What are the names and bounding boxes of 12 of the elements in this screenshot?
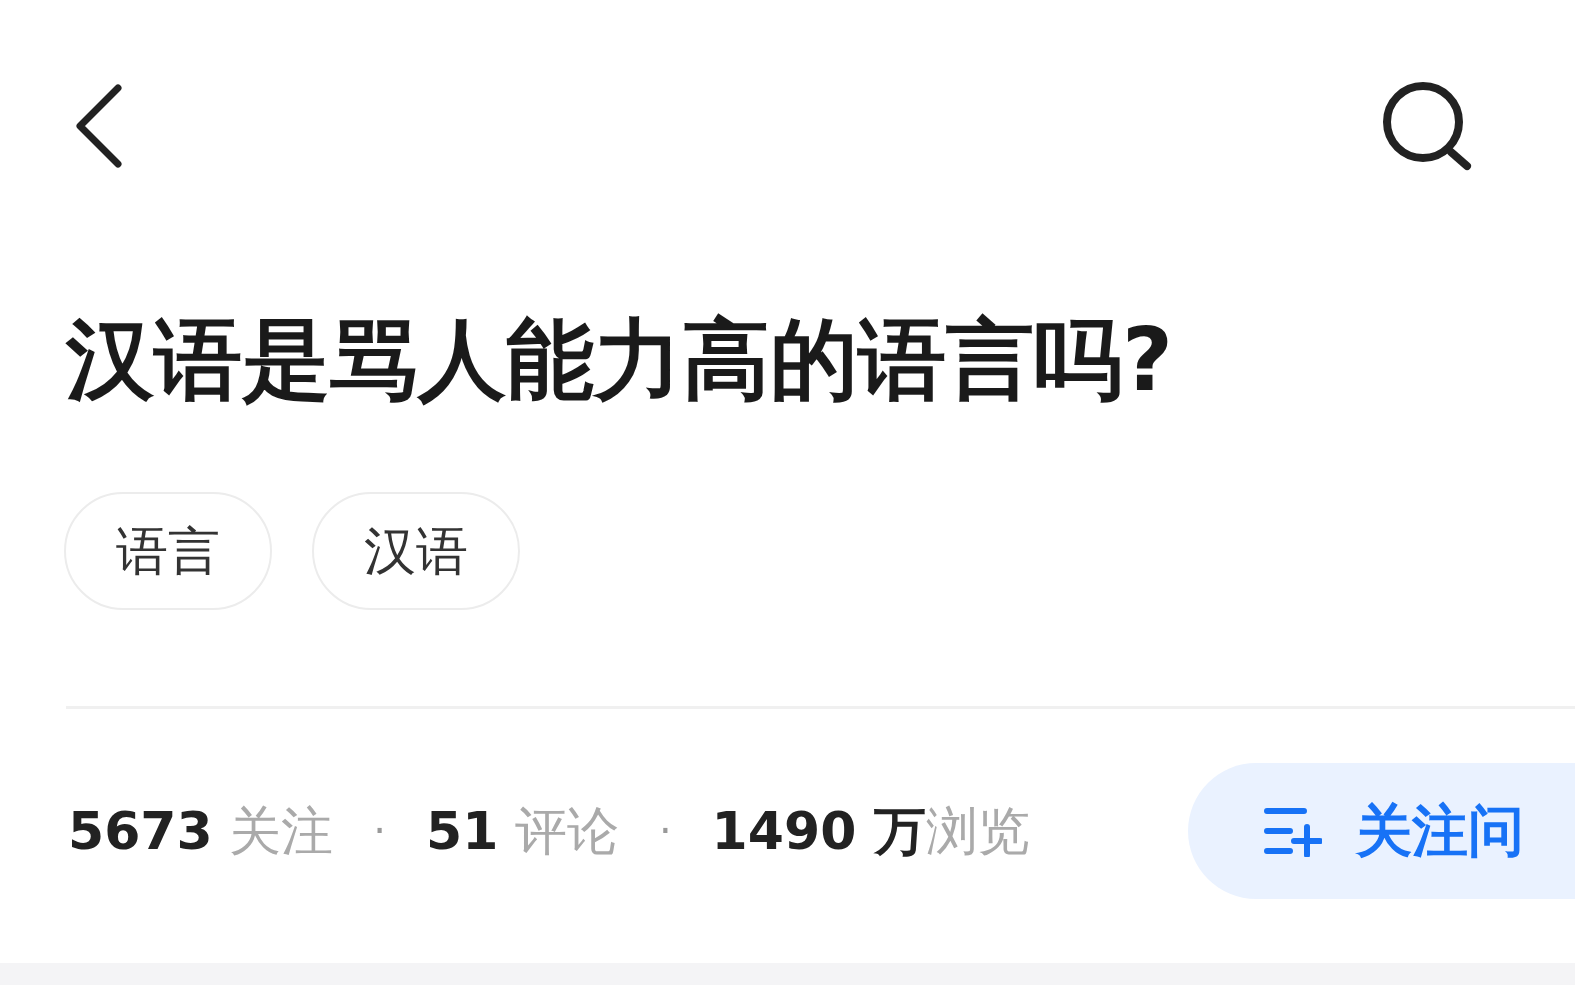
- topic-tag[interactable]: 汉语: [312, 492, 520, 610]
- stat-text: 51 评论: [426, 800, 619, 863]
- stat-text: 5673 关注: [68, 800, 334, 863]
- follow-question-button[interactable]: 关注问: [1188, 763, 1575, 899]
- separator-dot: ·: [373, 807, 386, 856]
- search-icon[interactable]: [1381, 80, 1473, 172]
- question-title: 汉语是骂人能力高的语言吗?: [64, 310, 1175, 410]
- back-icon[interactable]: [74, 84, 124, 168]
- list-plus-icon: [1264, 805, 1322, 857]
- topic-tag[interactable]: 语言: [64, 492, 272, 610]
- stat-text: 1490 万浏览: [711, 800, 1031, 863]
- separator-dot: ·: [658, 807, 672, 856]
